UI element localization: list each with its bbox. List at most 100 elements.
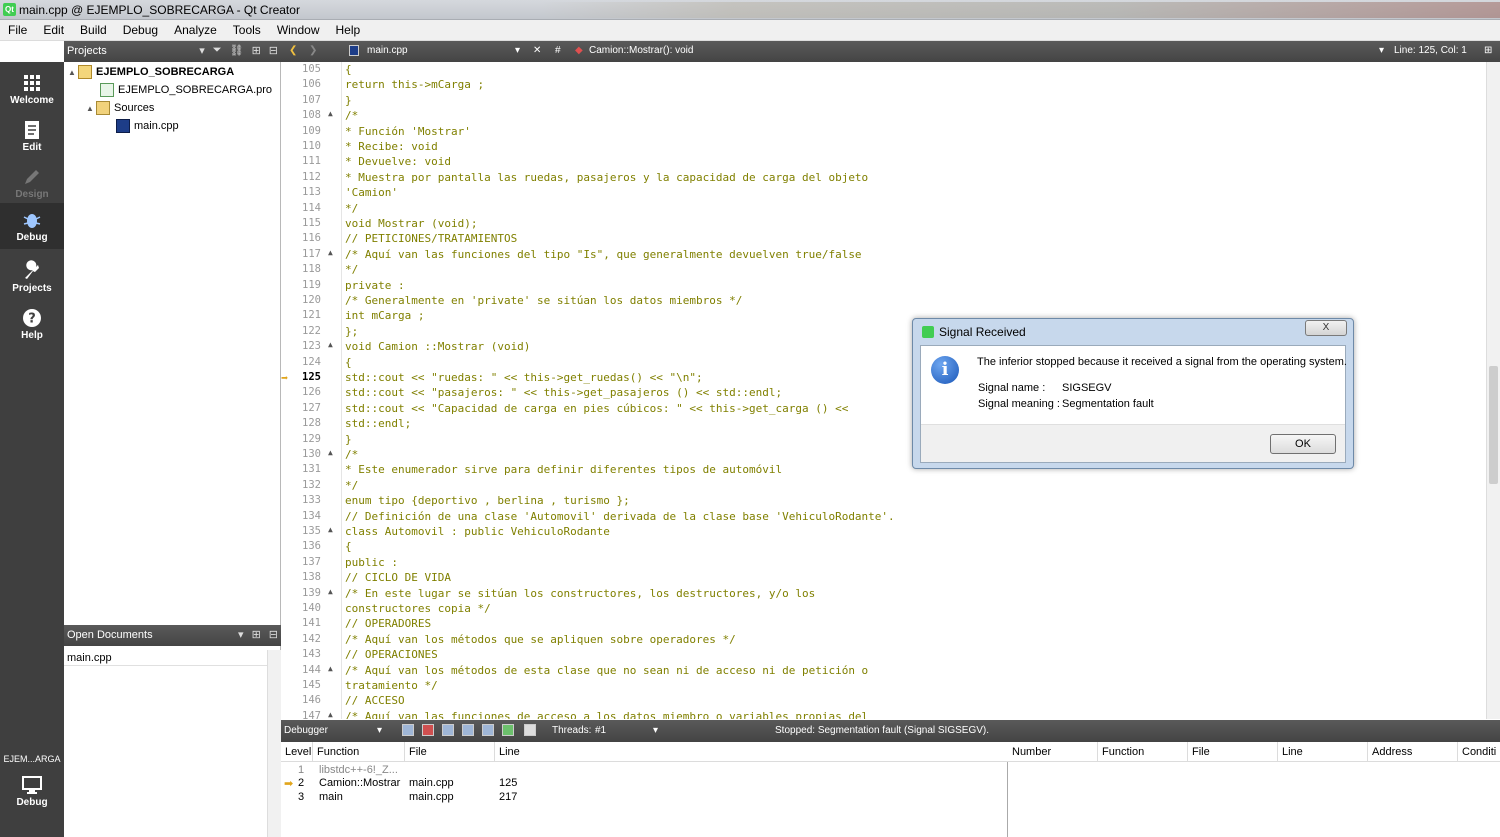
code-line[interactable]: 142 /* Aquí van los métodos que se apliqu… <box>281 633 1486 648</box>
cursor-position[interactable]: Line: 125, Col: 1 <box>1394 45 1467 56</box>
code-line[interactable]: 145 tratamiento */ <box>281 679 1486 694</box>
mode-projects[interactable]: Projects <box>0 254 64 300</box>
code-line[interactable]: 147 ▲ /* Aquí van las funciones de acceso … <box>281 710 1486 719</box>
expand-arrow-icon[interactable]: ▲ <box>68 68 78 77</box>
stack-col-function[interactable]: Function <box>313 742 405 762</box>
code-line[interactable]: 109 * Función 'Mostrar' <box>281 125 1486 140</box>
code-line[interactable]: 136 { <box>281 540 1486 555</box>
ok-button[interactable]: OK <box>1270 434 1336 454</box>
close-document-icon[interactable]: ✕ <box>533 45 541 56</box>
tree-item-project[interactable]: ▲ EJEMPLO_SOBRECARGA <box>68 64 234 80</box>
close-pane-icon[interactable]: ⊟ <box>269 44 278 57</box>
code-line[interactable]: 134 // Definición de una clase 'Automovil… <box>281 510 1486 525</box>
stack-col-line[interactable]: Line <box>495 742 1008 762</box>
stack-row[interactable]: 1 libstdc++-6!_Z... <box>281 764 1008 778</box>
filter-icon[interactable]: ⏷ <box>213 44 222 57</box>
code-line[interactable]: 116 // PETICIONES/TRATAMIENTOS <box>281 232 1486 247</box>
mode-help[interactable]: ? Help <box>0 301 64 347</box>
code-line[interactable]: 117 ▲ /* Aquí van las funciones del tipo "… <box>281 248 1486 263</box>
continue-icon[interactable] <box>402 724 414 736</box>
code-line[interactable]: 119 private : <box>281 279 1486 294</box>
code-line[interactable]: 114 */ <box>281 202 1486 217</box>
restart-icon[interactable] <box>502 724 514 736</box>
menu-window[interactable]: Window <box>269 23 328 37</box>
menu-file[interactable]: File <box>0 23 35 37</box>
split-icon[interactable]: ⊞ <box>252 44 261 57</box>
code-line[interactable]: 105 { <box>281 63 1486 78</box>
bp-col-number[interactable]: Number <box>1008 742 1098 762</box>
code-line[interactable]: 113 'Camion' <box>281 186 1486 201</box>
thread-dropdown-arrow-icon[interactable]: ▾ <box>653 725 658 736</box>
menu-tools[interactable]: Tools <box>225 23 269 37</box>
code-line[interactable]: 139 ▲ /* En este lugar se sitúan los const… <box>281 587 1486 602</box>
open-document-item[interactable]: main.cpp <box>64 650 281 666</box>
open-documents-title[interactable]: Open Documents <box>67 629 153 641</box>
mode-edit[interactable]: Edit <box>0 113 64 159</box>
close-pane-icon[interactable]: ⊟ <box>269 628 278 641</box>
code-line[interactable]: 108 ▲ /* <box>281 109 1486 124</box>
bp-col-address[interactable]: Address <box>1368 742 1458 762</box>
symbol-selector[interactable]: Camion::Mostrar(): void <box>589 45 693 56</box>
stop-debugger-icon[interactable] <box>422 724 434 736</box>
forward-arrow-icon[interactable]: ❯ <box>309 45 317 56</box>
current-file-name[interactable]: main.cpp <box>367 45 408 56</box>
dropdown-arrow-icon[interactable]: ▾ <box>377 725 382 736</box>
code-line[interactable]: 111 * Devuelve: void <box>281 155 1486 170</box>
position-dropdown-arrow-icon[interactable]: ▾ <box>1379 45 1384 56</box>
stack-row-current[interactable]: ➡ 2 Camion::Mostrar main.cpp 125 <box>281 777 1008 791</box>
step-into-icon[interactable] <box>462 724 474 736</box>
code-line[interactable]: 146 // ACCESO <box>281 694 1486 709</box>
stack-row[interactable]: 3 main main.cpp 217 <box>281 791 1008 805</box>
kit-selector-label[interactable]: EJEM...ARGA <box>0 754 64 764</box>
mode-debug[interactable]: Debug <box>0 203 64 249</box>
tree-item-main-cpp[interactable]: main.cpp <box>116 118 179 134</box>
bp-col-line[interactable]: Line <box>1278 742 1368 762</box>
kit-selector[interactable]: Debug <box>0 768 64 814</box>
fold-marker-icon[interactable]: ▲ <box>328 525 333 534</box>
projects-pane-title[interactable]: Projects <box>67 45 107 57</box>
open-documents-scrollbar[interactable] <box>267 650 281 837</box>
stack-col-level[interactable]: Level <box>281 742 313 762</box>
fold-marker-icon[interactable]: ▲ <box>328 248 333 257</box>
fold-marker-icon[interactable]: ▲ <box>328 710 333 719</box>
bp-col-file[interactable]: File <box>1188 742 1278 762</box>
link-icon[interactable]: ⛓ <box>230 44 244 57</box>
dialog-close-button[interactable]: X <box>1305 320 1347 336</box>
fold-marker-icon[interactable]: ▲ <box>328 448 333 457</box>
fold-marker-icon[interactable]: ▲ <box>328 587 333 596</box>
menu-help[interactable]: Help <box>328 23 369 37</box>
menu-analyze[interactable]: Analyze <box>166 23 225 37</box>
mode-design[interactable]: Design <box>0 160 64 206</box>
back-arrow-icon[interactable]: ❮ <box>289 45 297 56</box>
code-line[interactable]: 132 */ <box>281 479 1486 494</box>
code-line[interactable]: 115 void Mostrar (void); <box>281 217 1486 232</box>
code-line[interactable]: 106 return this->mCarga ; <box>281 78 1486 93</box>
fold-marker-icon[interactable]: ▲ <box>328 340 333 349</box>
menu-edit[interactable]: Edit <box>35 23 72 37</box>
code-line[interactable]: 110 * Recibe: void <box>281 140 1486 155</box>
editor-scrollbar-thumb[interactable] <box>1489 366 1498 484</box>
expand-arrow-icon[interactable]: ▲ <box>86 104 96 113</box>
bp-col-condition[interactable]: Conditi <box>1458 742 1500 762</box>
operate-by-instruction-icon[interactable] <box>524 724 536 736</box>
code-line[interactable]: 140 constructores copia */ <box>281 602 1486 617</box>
code-line[interactable]: 112 * Muestra por pantalla las ruedas, pa… <box>281 171 1486 186</box>
step-out-icon[interactable] <box>482 724 494 736</box>
editor-scrollbar[interactable] <box>1486 62 1500 719</box>
split-editor-icon[interactable]: ⊞ <box>1484 45 1492 56</box>
menu-debug[interactable]: Debug <box>115 23 166 37</box>
code-line[interactable]: 107} <box>281 94 1486 109</box>
fold-marker-icon[interactable]: ▲ <box>328 109 333 118</box>
code-line[interactable]: 143 // OPERACIONES <box>281 648 1486 663</box>
tree-item-pro-file[interactable]: EJEMPLO_SOBRECARGA.pro <box>100 82 272 98</box>
tree-item-sources[interactable]: ▲ Sources <box>86 100 154 116</box>
code-line[interactable]: 137 public : <box>281 556 1486 571</box>
code-line[interactable]: 144 ▲ /* Aquí van los métodos de esta clas… <box>281 664 1486 679</box>
dialog-titlebar[interactable]: Signal Received X <box>913 319 1353 343</box>
menu-build[interactable]: Build <box>72 23 115 37</box>
split-icon[interactable]: ⊞ <box>252 628 261 641</box>
code-line[interactable]: 118 */ <box>281 263 1486 278</box>
code-line[interactable]: 138 // CICLO DE VIDA <box>281 571 1486 586</box>
code-line[interactable]: 141 // OPERADORES <box>281 617 1486 632</box>
fold-marker-icon[interactable]: ▲ <box>328 664 333 673</box>
